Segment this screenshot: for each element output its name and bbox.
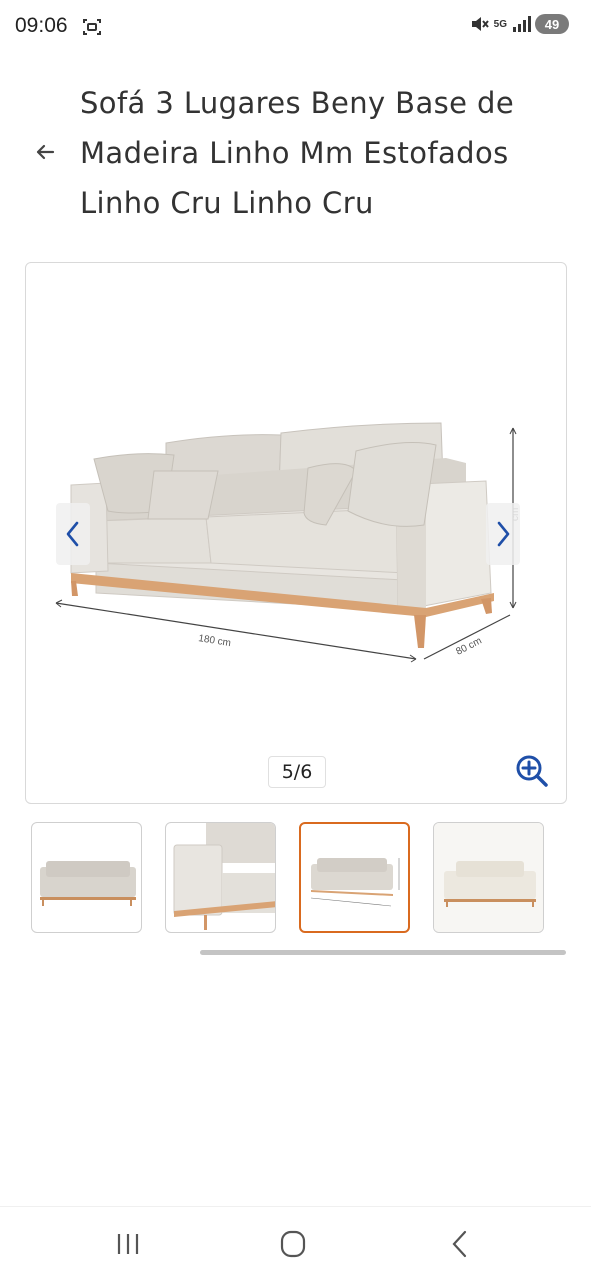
signal-icon: [513, 16, 531, 32]
back-icon[interactable]: [440, 1227, 480, 1261]
svg-text:180 cm: 180 cm: [198, 633, 232, 649]
5g-icon: 5G: [493, 18, 507, 30]
back-arrow-icon[interactable]: [30, 137, 60, 167]
thumbnail-image: [434, 823, 543, 932]
image-counter: 5/6: [268, 756, 326, 788]
thumbnail-image: [310, 858, 400, 907]
status-time: 09:06: [15, 14, 68, 37]
thumbnail[interactable]: [31, 822, 142, 933]
previous-image-button[interactable]: [56, 503, 90, 565]
system-nav-bar: [0, 1206, 591, 1281]
screenshot-icon: [83, 19, 101, 35]
battery-icon: 49: [535, 14, 569, 34]
chevron-left-icon: [66, 521, 79, 547]
thumbnail-active[interactable]: [299, 822, 410, 933]
product-title: Sofá 3 Lugares Beny Base de Madeira Linh…: [80, 86, 515, 220]
thumbnail[interactable]: [433, 822, 544, 933]
status-bar: 09:06 5G 49: [0, 0, 591, 56]
thumbnail-scrollbar[interactable]: [200, 950, 566, 955]
product-image[interactable]: 180 cm 80 cm cm: [26, 263, 566, 803]
zoom-in-icon[interactable]: [514, 753, 550, 789]
mute-icon: [471, 17, 489, 31]
svg-text:80 cm: 80 cm: [454, 636, 483, 658]
recent-apps-icon[interactable]: [108, 1227, 148, 1261]
product-image-gallery[interactable]: 180 cm 80 cm cm 5/6: [25, 262, 567, 804]
next-image-button[interactable]: [486, 503, 520, 565]
thumbnail-image: [173, 823, 275, 930]
home-icon[interactable]: [273, 1227, 313, 1261]
chevron-right-icon: [497, 521, 510, 547]
thumbnail[interactable]: [165, 822, 276, 933]
thumbnail-strip: [31, 822, 591, 936]
thumbnail-image: [40, 861, 136, 906]
status-icons: 5G 49: [470, 14, 569, 34]
